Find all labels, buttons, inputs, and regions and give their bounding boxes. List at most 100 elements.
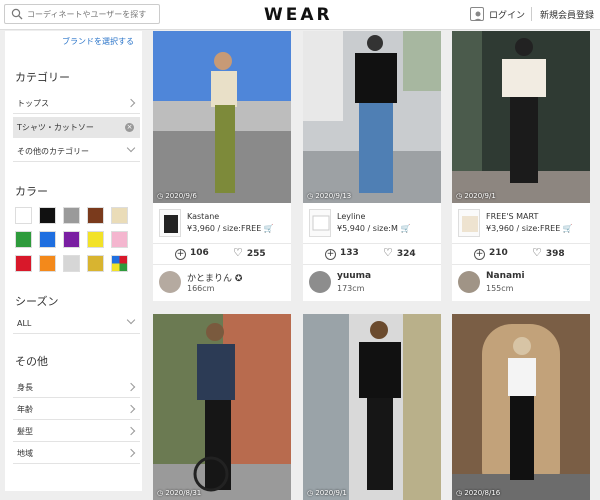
color-swatch[interactable]	[87, 207, 104, 224]
cart-icon[interactable]: 🛒	[400, 224, 410, 233]
outfit-card[interactable]: ◷ 2020/8/31	[153, 314, 291, 500]
cart-icon[interactable]: 🛒	[563, 224, 573, 233]
save-button[interactable]: +106	[175, 248, 209, 260]
category-label: トップス	[17, 99, 49, 108]
outfit-card[interactable]: ◷ 2020/9/1 FREE'S MART ¥3,960 / size:FRE…	[452, 31, 590, 301]
color-swatch[interactable]	[15, 231, 32, 248]
color-swatch[interactable]	[63, 207, 80, 224]
cart-icon[interactable]: 🛒	[264, 224, 274, 233]
select-brand-link[interactable]: ブランドを選択する	[62, 36, 134, 47]
avatar[interactable]	[309, 271, 331, 293]
season-value: ALL	[17, 319, 32, 328]
login-link[interactable]: ログイン	[489, 8, 525, 21]
filter-label: 地域	[17, 449, 33, 458]
save-button[interactable]: +210	[474, 248, 508, 260]
outfit-photo[interactable]: ◷ 2020/9/13	[303, 31, 441, 203]
item-thumbnail[interactable]	[159, 209, 181, 237]
post-date: ◷ 2020/9/1	[456, 192, 496, 200]
chevron-right-icon	[126, 382, 136, 392]
like-button[interactable]: ♡ 255	[233, 246, 266, 259]
filter-region[interactable]: 地域	[13, 443, 140, 464]
chevron-down-icon	[126, 143, 136, 153]
search-box[interactable]	[4, 4, 160, 24]
user-icon[interactable]	[470, 7, 484, 21]
outfit-card[interactable]: ◷ 2020/9/6 Kastane ¥3,960 / size:FREE 🛒 …	[153, 31, 291, 301]
outfit-card[interactable]: ◷ 2020/9/13 Leyline ¥5,940 / size:M 🛒 +1…	[303, 31, 441, 301]
color-swatch[interactable]	[111, 231, 128, 248]
outfit-card[interactable]: ◷ 2020/9/1	[303, 314, 441, 500]
outfit-photo[interactable]: ◷ 2020/9/1	[303, 314, 441, 500]
header-divider	[531, 7, 532, 21]
color-swatch[interactable]	[15, 207, 32, 224]
category-label: Tシャツ・カットソー	[17, 123, 94, 132]
chevron-right-icon	[126, 426, 136, 436]
heart-icon: ♡	[383, 246, 393, 259]
plus-icon: +	[325, 249, 336, 260]
color-swatch[interactable]	[111, 207, 128, 224]
category-heading: カテゴリー	[15, 71, 70, 84]
color-heading: カラー	[15, 185, 48, 198]
site-header: WEAR ログイン 新規会員登録	[0, 0, 600, 30]
filter-age[interactable]: 年齢	[13, 399, 140, 420]
color-swatch[interactable]	[15, 255, 32, 272]
chevron-right-icon	[126, 404, 136, 414]
color-swatch[interactable]	[39, 231, 56, 248]
item-brand[interactable]: FREE'S MART	[486, 212, 538, 221]
color-swatch[interactable]	[63, 255, 80, 272]
plus-icon: +	[175, 249, 186, 260]
item-brand[interactable]: Leyline	[337, 212, 365, 221]
item-thumbnail[interactable]	[458, 209, 480, 237]
user-name[interactable]: yuuma	[337, 271, 371, 281]
avatar[interactable]	[159, 271, 181, 293]
item-price: ¥3,960 / size:FREE 🛒	[486, 224, 573, 233]
chevron-down-icon	[126, 315, 136, 325]
heart-icon: ♡	[532, 246, 542, 259]
outfit-photo[interactable]: ◷ 2020/9/1	[452, 31, 590, 203]
avatar[interactable]	[458, 271, 480, 293]
plus-icon: +	[474, 249, 485, 260]
category-item-other[interactable]: その他のカテゴリー	[13, 141, 140, 162]
outfit-photo[interactable]: ◷ 2020/8/31	[153, 314, 291, 500]
item-price: ¥5,940 / size:M 🛒	[337, 224, 411, 233]
filter-label: 身長	[17, 383, 33, 392]
color-swatch[interactable]	[39, 207, 56, 224]
color-swatch[interactable]	[111, 255, 128, 272]
color-swatch[interactable]	[87, 255, 104, 272]
category-item-tops[interactable]: トップス	[13, 93, 140, 114]
search-input[interactable]	[27, 6, 157, 22]
clear-icon[interactable]: ×	[125, 123, 134, 132]
color-swatch[interactable]	[63, 231, 80, 248]
filter-label: 年齢	[17, 405, 33, 414]
post-date: ◷ 2020/9/13	[307, 192, 352, 200]
user-name[interactable]: かとまりん ✪	[187, 271, 242, 284]
other-heading: その他	[15, 355, 48, 368]
site-logo[interactable]: WEAR	[264, 5, 333, 25]
badge-icon: ✪	[234, 274, 243, 284]
item-brand[interactable]: Kastane	[187, 212, 219, 221]
reaction-bar: +133 ♡ 324	[303, 243, 441, 265]
outfit-card[interactable]: ◷ 2020/8/16	[452, 314, 590, 500]
heart-icon: ♡	[233, 246, 243, 259]
filter-label: 髪型	[17, 427, 33, 436]
post-date: ◷ 2020/9/6	[157, 192, 197, 200]
reaction-bar: +210 ♡ 398	[452, 243, 590, 265]
user-height: 166cm	[187, 284, 215, 293]
filter-height[interactable]: 身長	[13, 377, 140, 398]
color-swatch[interactable]	[87, 231, 104, 248]
category-item-tshirt[interactable]: Tシャツ・カットソー ×	[13, 117, 140, 138]
post-date: ◷ 2020/9/1	[307, 489, 347, 497]
filter-hairstyle[interactable]: 髪型	[13, 421, 140, 442]
item-thumbnail[interactable]	[309, 209, 331, 237]
save-button[interactable]: +133	[325, 248, 359, 260]
like-button[interactable]: ♡ 324	[383, 246, 416, 259]
item-price: ¥3,960 / size:FREE 🛒	[187, 224, 274, 233]
outfit-photo[interactable]: ◷ 2020/8/16	[452, 314, 590, 500]
user-name[interactable]: Nanami	[486, 271, 525, 281]
search-icon	[11, 8, 23, 20]
post-date: ◷ 2020/8/31	[157, 489, 202, 497]
like-button[interactable]: ♡ 398	[532, 246, 565, 259]
outfit-photo[interactable]: ◷ 2020/9/6	[153, 31, 291, 203]
color-swatch[interactable]	[39, 255, 56, 272]
season-select[interactable]: ALL	[13, 313, 140, 334]
register-link[interactable]: 新規会員登録	[540, 8, 594, 21]
